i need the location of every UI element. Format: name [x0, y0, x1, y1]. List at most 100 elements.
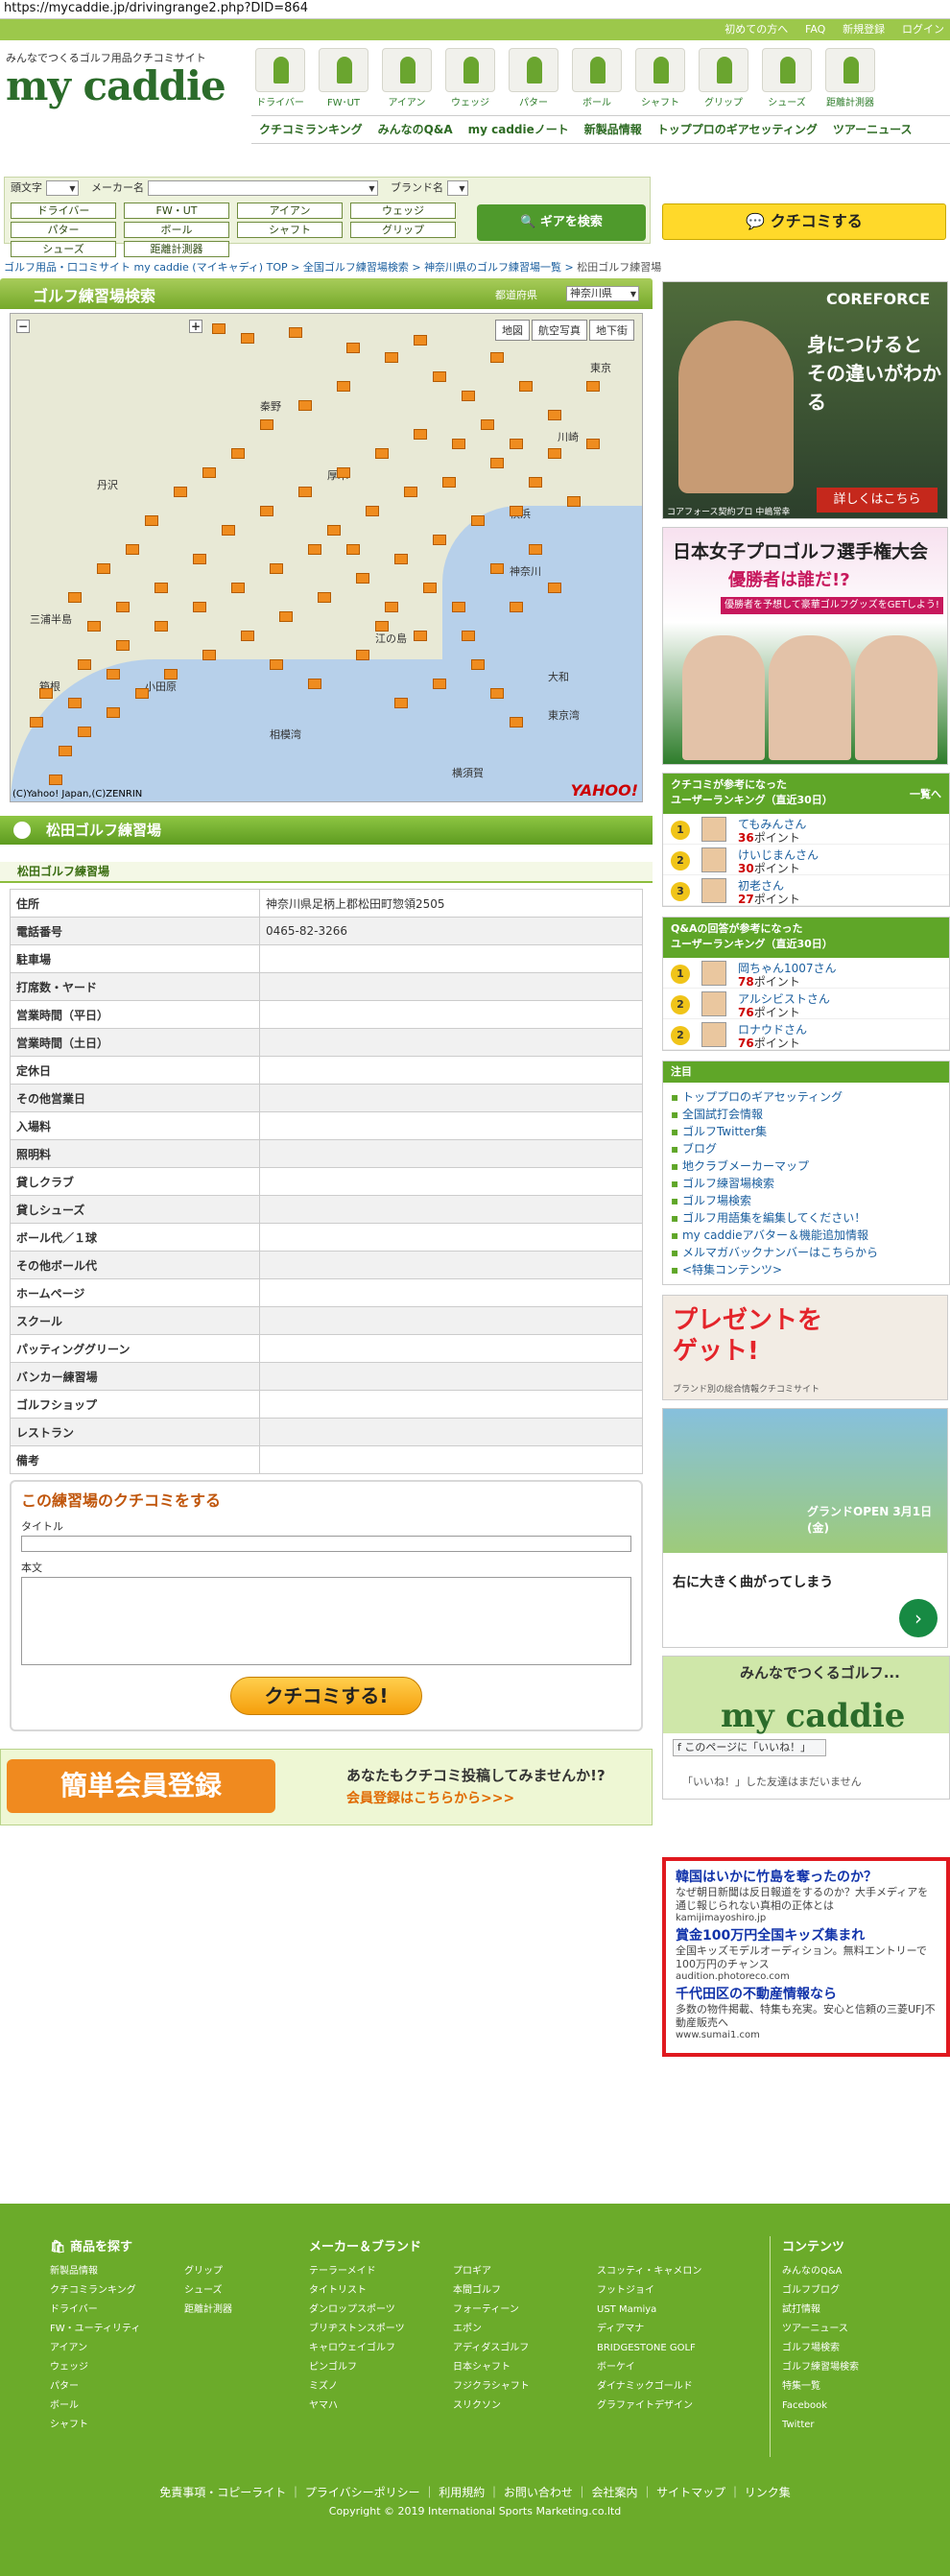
- search-ball-button[interactable]: ボール: [124, 222, 229, 238]
- range-marker[interactable]: [519, 381, 533, 392]
- nav-new-products[interactable]: 新製品情報: [577, 116, 650, 143]
- range-marker[interactable]: [59, 746, 72, 756]
- range-marker[interactable]: [260, 506, 273, 516]
- range-marker[interactable]: [327, 525, 341, 536]
- range-marker[interactable]: [212, 323, 226, 334]
- range-marker[interactable]: [442, 477, 456, 488]
- footer-goods-link[interactable]: ドライバー: [50, 2301, 184, 2320]
- range-marker[interactable]: [116, 602, 130, 612]
- range-marker[interactable]: [279, 611, 293, 622]
- footer-goods-link[interactable]: FW・ユーティリティ: [50, 2320, 184, 2339]
- range-marker[interactable]: [231, 583, 245, 593]
- brand-select[interactable]: [446, 180, 468, 197]
- range-marker[interactable]: [510, 506, 523, 516]
- footer-content-link[interactable]: ゴルフ場検索: [782, 2339, 894, 2358]
- text-ad-headline[interactable]: 賞金100万円全国キッズ集まれ: [676, 1925, 937, 1944]
- category-driver[interactable]: ドライバー: [251, 48, 309, 108]
- range-marker[interactable]: [107, 707, 120, 718]
- facebook-cover[interactable]: みんなでつくるゴルフ... my caddie: [663, 1657, 949, 1735]
- featured-link[interactable]: 全国試打会情報: [671, 1106, 941, 1123]
- category-grip[interactable]: グリップ: [695, 48, 752, 108]
- guide-link[interactable]: 初めての方へ: [724, 19, 788, 40]
- nav-note[interactable]: my caddieノート: [461, 116, 577, 143]
- range-marker[interactable]: [490, 563, 504, 574]
- breadcrumb-range-search[interactable]: 全国ゴルフ練習場検索: [303, 261, 409, 274]
- address-bar[interactable]: https://mycaddie.jp/drivingrange2.php?DI…: [0, 0, 950, 19]
- ad-details-button[interactable]: 詳しくはこちら: [817, 488, 938, 513]
- range-marker[interactable]: [126, 544, 139, 555]
- ranking-row[interactable]: 2 けいじまんさん 30ポイント: [663, 845, 949, 875]
- footer-maker-link[interactable]: ダイナミックゴールド: [597, 2377, 741, 2397]
- initial-select[interactable]: [45, 180, 79, 197]
- search-iron-button[interactable]: アイアン: [237, 203, 343, 219]
- featured-link[interactable]: ゴルフTwitter集: [671, 1123, 941, 1140]
- footer-maker-link[interactable]: スコッティ・キャメロン: [597, 2262, 741, 2281]
- range-marker[interactable]: [154, 621, 168, 632]
- footer-maker-link[interactable]: UST Mamiya: [597, 2301, 741, 2320]
- range-marker[interactable]: [260, 419, 273, 430]
- footer-goods-link[interactable]: グリップ: [184, 2262, 232, 2281]
- range-marker[interactable]: [452, 439, 465, 449]
- footer-content-link[interactable]: ツアーニュース: [782, 2320, 894, 2339]
- footer-goods-link[interactable]: クチコミランキング: [50, 2281, 184, 2301]
- range-marker[interactable]: [586, 381, 600, 392]
- range-map[interactable]: − + 地図 航空写真 地下街 三浦半島 秦野 横浜 厚木 小田原 相模湾 江の…: [10, 313, 643, 802]
- range-marker[interactable]: [366, 506, 379, 516]
- text-ad-headline[interactable]: 千代田区の不動産情報なら: [676, 1984, 937, 2003]
- search-shoes-button[interactable]: シューズ: [11, 241, 116, 257]
- range-marker[interactable]: [202, 467, 216, 478]
- category-shoes[interactable]: シューズ: [758, 48, 816, 108]
- breadcrumb-kanagawa[interactable]: 神奈川県のゴルフ練習場一覧: [424, 261, 561, 274]
- footer-maker-link[interactable]: BRIDGESTONE GOLF: [597, 2339, 741, 2358]
- register-link[interactable]: 新規登録: [843, 19, 885, 40]
- range-marker[interactable]: [39, 688, 53, 699]
- range-marker[interactable]: [97, 563, 110, 574]
- gear-search-button[interactable]: 🔍 ギアを検索: [477, 204, 646, 241]
- footer-content-link[interactable]: ゴルフ練習場検索: [782, 2358, 894, 2377]
- footer-maker-link[interactable]: フジクラシャフト: [453, 2377, 597, 2397]
- text-ad-headline[interactable]: 韓国はいかに竹島を奪ったのか？: [676, 1867, 937, 1886]
- text-ad-url[interactable]: audition.photoreco.com: [676, 1971, 937, 1982]
- footer-goods-link[interactable]: シューズ: [184, 2281, 232, 2301]
- range-marker[interactable]: [548, 448, 561, 459]
- range-marker[interactable]: [414, 335, 427, 346]
- range-marker[interactable]: [471, 515, 485, 526]
- maker-select[interactable]: [147, 180, 378, 197]
- search-fw-ut-button[interactable]: FW・UT: [124, 203, 229, 219]
- ranking-row[interactable]: 2 ロナウドさん 76ポイント: [663, 1019, 949, 1050]
- chevron-right-icon[interactable]: ›: [899, 1599, 938, 1637]
- range-marker[interactable]: [346, 544, 360, 555]
- range-marker[interactable]: [394, 554, 408, 564]
- pref-select[interactable]: 神奈川県: [566, 286, 639, 302]
- footer-maker-link[interactable]: タイトリスト: [309, 2281, 453, 2301]
- nav-pro-gear[interactable]: トッププロのギアセッティング: [650, 116, 825, 143]
- footer-maker-link[interactable]: フォーティーン: [453, 2301, 597, 2320]
- site-logo[interactable]: みんなでつくるゴルフ用品クチコミサイト my caddie: [6, 50, 226, 107]
- footer-maker-link[interactable]: フットジョイ: [597, 2281, 741, 2301]
- footer-goods-link[interactable]: 距離計測器: [184, 2301, 232, 2320]
- footer-maker-link[interactable]: グラファイトデザイン: [597, 2397, 741, 2416]
- map-tab-underground[interactable]: 地下街: [589, 320, 634, 341]
- range-marker[interactable]: [164, 669, 178, 680]
- coreforce-ad[interactable]: COREFORCE 身につけると その違いがわかる 詳しくはこちら コアフォース契…: [662, 281, 948, 519]
- range-marker[interactable]: [78, 659, 91, 670]
- range-marker[interactable]: [346, 343, 360, 353]
- featured-link[interactable]: メルマガバックナンバーはこちらから: [671, 1244, 941, 1261]
- range-marker[interactable]: [116, 640, 130, 651]
- featured-link[interactable]: my caddieアバター＆機能追加情報: [671, 1227, 941, 1244]
- ranking-row[interactable]: 1 てもみんさん 36ポイント: [663, 814, 949, 845]
- footer-maker-link[interactable]: 本間ゴルフ: [453, 2281, 597, 2301]
- range-marker[interactable]: [375, 621, 389, 632]
- ranking-more-link[interactable]: 一覧へ: [910, 787, 941, 802]
- footer-maker-link[interactable]: ヤマハ: [309, 2397, 453, 2416]
- range-marker[interactable]: [87, 621, 101, 632]
- featured-link[interactable]: ゴルフ練習場検索: [671, 1175, 941, 1192]
- zoom-out-button[interactable]: −: [16, 320, 30, 333]
- facebook-page-name[interactable]: みんなでつくるゴルフ...: [740, 1662, 900, 1682]
- search-putter-button[interactable]: パター: [11, 222, 116, 238]
- ranking-row[interactable]: 2 アルシビストさん 76ポイント: [663, 989, 949, 1019]
- footer-maker-link[interactable]: 日本シャフト: [453, 2358, 597, 2377]
- footer-maker-link[interactable]: スリクソン: [453, 2397, 597, 2416]
- breadcrumb-top[interactable]: ゴルフ用品・口コミサイト my caddie (マイキャディ) TOP: [4, 261, 288, 274]
- range-marker[interactable]: [298, 400, 312, 411]
